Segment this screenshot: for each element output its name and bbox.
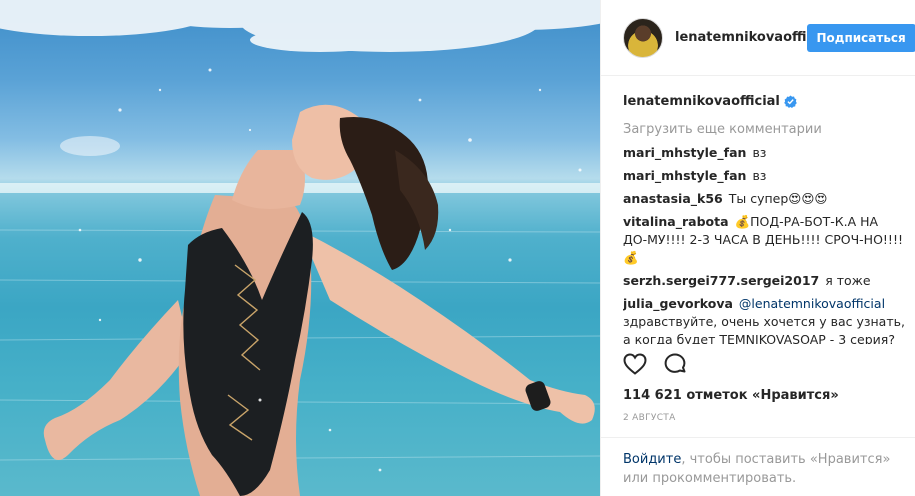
comment-item: serzh.sergei777.sergei2017 я тоже: [623, 272, 905, 290]
comment-username[interactable]: serzh.sergei777.sergei2017: [623, 273, 819, 288]
woman-figure: [43, 104, 595, 496]
instagram-post: lenatemnikovaoffi Подписаться lenatemnik…: [0, 0, 915, 496]
comment-item: julia_gevorkova @lenatemnikovaofficial зд…: [623, 295, 905, 344]
avatar[interactable]: [623, 17, 663, 58]
comment-item: mari_mhstyle_fan вз: [623, 167, 905, 185]
caption-username[interactable]: lenatemnikovaofficial: [623, 94, 780, 109]
comment-text: я тоже: [825, 273, 871, 288]
comment-text: здравствуйте, очень хочется у вас узнать…: [623, 314, 905, 344]
follow-button[interactable]: Подписаться: [806, 23, 915, 52]
login-prompt: Войдите, чтобы поставить «Нравится» или …: [601, 437, 915, 488]
comment-item: mari_mhstyle_fan вз: [623, 144, 905, 162]
comment-username[interactable]: julia_gevorkova: [623, 296, 733, 311]
comment-username[interactable]: mari_mhstyle_fan: [623, 168, 746, 183]
action-bar: [623, 352, 703, 376]
comment-text: вз: [752, 145, 767, 160]
comment-username[interactable]: mari_mhstyle_fan: [623, 145, 746, 160]
verified-badge-icon: [784, 95, 797, 108]
header-username[interactable]: lenatemnikovaoffi: [675, 30, 807, 45]
post-sidebar: lenatemnikovaoffi Подписаться lenatemnik…: [600, 0, 915, 496]
login-link[interactable]: Войдите: [623, 452, 681, 467]
comment-text: Ты супер😍😍😍: [728, 191, 828, 206]
comment-item: vitalina_rabota 💰ПОД-РА-БОТ-К.А НА ДО-МУ!…: [623, 213, 905, 267]
comments-section[interactable]: lenatemnikovaofficial Загрузить еще комм…: [623, 90, 905, 345]
comment-username[interactable]: anastasia_k56: [623, 191, 723, 206]
load-more-comments-button[interactable]: Загрузить еще комментарии: [623, 118, 905, 142]
post-header: lenatemnikovaoffi Подписаться: [601, 0, 915, 76]
likes-count[interactable]: 114 621 отметок «Нравится»: [623, 388, 839, 403]
comment-text: вз: [752, 168, 767, 183]
comment-mention-link[interactable]: @lenatemnikovaofficial: [739, 296, 885, 311]
comment-username[interactable]: vitalina_rabota: [623, 214, 729, 229]
caption-row: lenatemnikovaofficial: [623, 90, 905, 112]
comment-item: anastasia_k56 Ты супер😍😍😍: [623, 190, 905, 208]
post-date[interactable]: 2 АВГУСТА: [623, 413, 676, 423]
post-photo[interactable]: [0, 0, 600, 496]
beach-photo-illustration: [0, 0, 600, 496]
heart-icon[interactable]: [623, 353, 647, 375]
comment-icon[interactable]: [663, 352, 687, 376]
